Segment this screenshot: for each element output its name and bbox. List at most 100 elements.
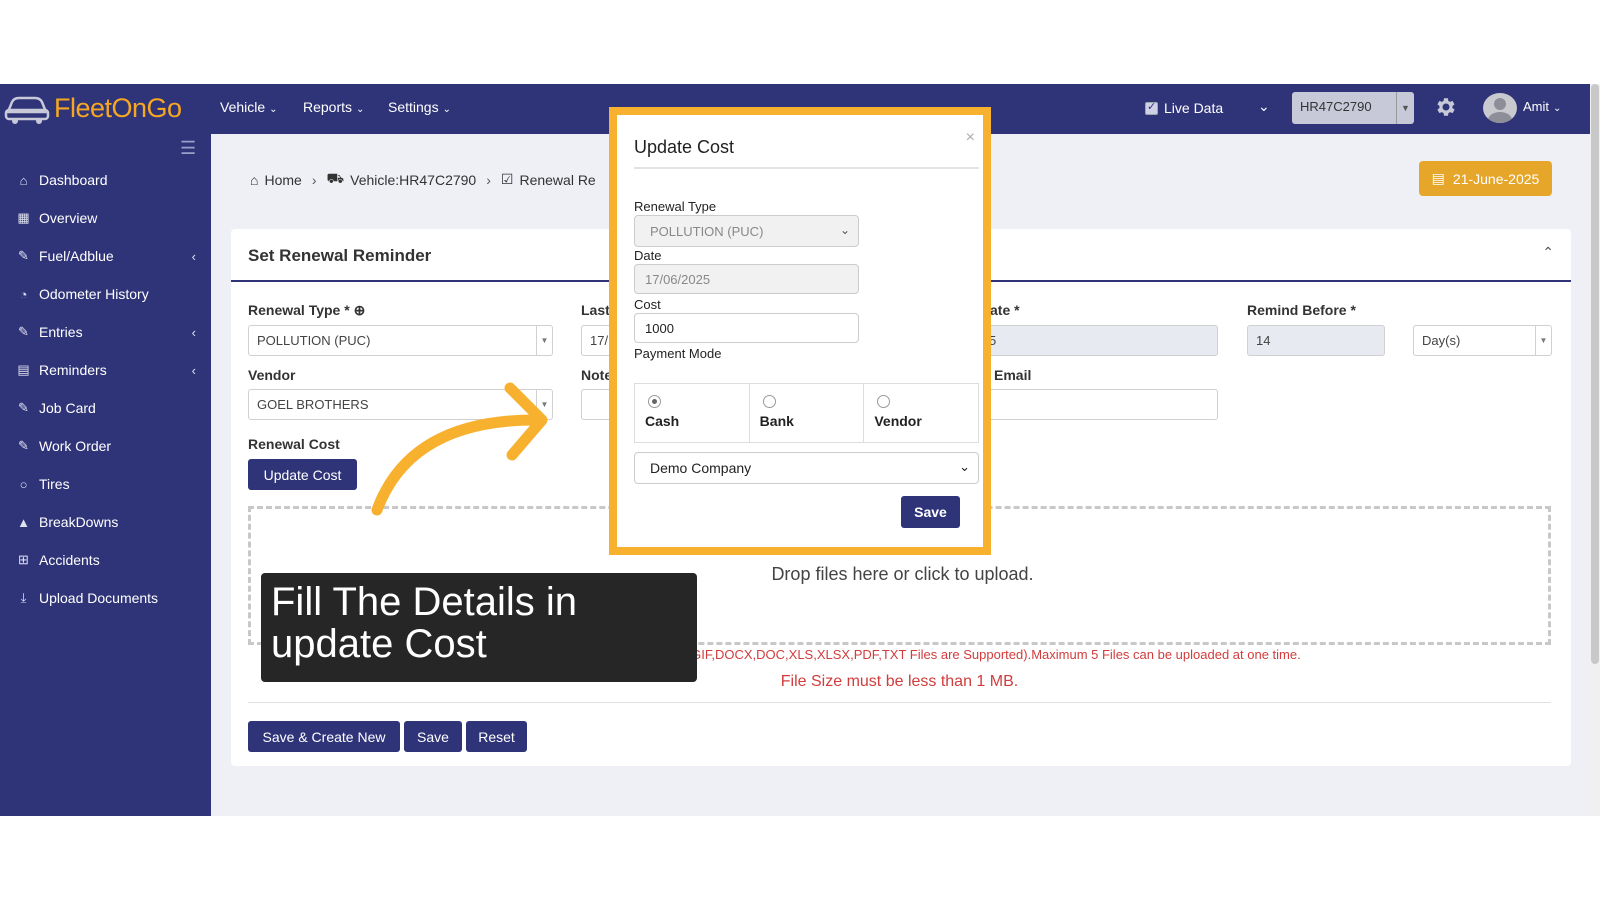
modal-payment-mode-label: Payment Mode <box>634 346 722 361</box>
chevron-down-icon: ⌄ <box>269 104 278 115</box>
chevron-down-icon: ⌄ <box>839 223 850 237</box>
calendar-icon: ▤ <box>1431 170 1445 186</box>
plus-circle-icon[interactable]: ⊕ <box>354 302 366 318</box>
sidebar-item-upload-documents[interactable]: ⤓ Upload Documents <box>16 590 196 606</box>
sidebar-item-job-card[interactable]: ✎ Job Card <box>16 400 196 416</box>
update-cost-button[interactable]: Update Cost <box>248 459 357 490</box>
sidebar-item-fuel-adblue[interactable]: ✎ Fuel/Adblue ‹ <box>16 248 196 264</box>
sidebar-item-accidents[interactable]: ⊞ Accidents <box>16 552 196 568</box>
annotation-arrow-icon <box>371 382 548 516</box>
company-select[interactable]: Demo Company ⌄ <box>634 452 979 484</box>
sidebar-item-odometer-history[interactable]: ◔ Odometer History <box>16 286 196 302</box>
plus-square-icon: ⊞ <box>18 552 29 567</box>
modal-header-divider <box>634 167 979 169</box>
email-label: Email <box>994 367 1032 383</box>
modal-cost-label: Cost <box>634 297 661 312</box>
home-icon: ⌂ <box>250 171 259 188</box>
sidebar-item-tires[interactable]: ○ Tires <box>16 476 196 492</box>
live-data-checkbox[interactable] <box>1145 100 1158 115</box>
reset-button[interactable]: Reset <box>466 721 527 752</box>
breadcrumb-home[interactable]: Home <box>264 172 301 188</box>
radio-vendor[interactable] <box>877 395 891 408</box>
vendor-label: Vendor <box>248 367 296 383</box>
dropdown-arrow-icon: ▼ <box>536 326 552 355</box>
chevron-down-icon: ⌄ <box>442 104 451 115</box>
scrollbar-thumb[interactable] <box>1591 84 1599 664</box>
edit-icon: ✎ <box>18 400 29 415</box>
next-date-input[interactable]: 5 <box>980 325 1218 356</box>
chevron-left-icon: ‹ <box>191 324 196 340</box>
sidebar-item-overview[interactable]: ▦ Overview <box>16 210 196 226</box>
sidebar-item-breakdowns[interactable]: ▲ BreakDowns <box>16 514 196 530</box>
car-logo-icon <box>4 96 50 124</box>
sidebar: ☰ ⌂ Dashboard ▦ Overview ✎ Fuel/Adblue ‹ ◔ Od… <box>0 134 211 816</box>
logo[interactable]: FleetOnGo <box>4 90 182 126</box>
hamburger-icon[interactable]: ☰ <box>180 138 196 159</box>
update-cost-modal: Update Cost × Renewal Type POLLUTION (PU… <box>609 107 991 555</box>
modal-cost-input[interactable]: 1000 <box>634 313 859 343</box>
live-data-toggle[interactable]: Live Data <box>1145 100 1223 116</box>
payment-mode-cash[interactable]: Cash <box>635 384 750 442</box>
email-input[interactable] <box>980 389 1218 420</box>
edit-icon: ✎ <box>18 324 29 339</box>
dropdown-arrow-icon: ▼ <box>1396 92 1414 124</box>
modal-save-button[interactable]: Save <box>901 496 960 528</box>
chevron-left-icon: ‹ <box>191 362 196 378</box>
modal-date-label: Date <box>634 248 662 263</box>
grid-icon: ▦ <box>17 210 30 225</box>
check-square-icon: ☑ <box>500 171 514 187</box>
modal-title: Update Cost <box>634 137 735 157</box>
vehicle-select[interactable]: HR47C2790 ▼ <box>1292 92 1414 124</box>
chevron-down-icon: ⌄ <box>356 104 365 115</box>
radio-cash[interactable] <box>648 395 661 408</box>
modal-renewal-type-select[interactable]: POLLUTION (PUC) ⌄ <box>634 215 859 247</box>
breadcrumb-vehicle[interactable]: Vehicle:HR47C2790 <box>350 172 476 188</box>
save-button[interactable]: Save <box>404 721 462 752</box>
chevron-down-icon: ⌄ <box>959 459 970 474</box>
avatar[interactable] <box>1483 93 1517 123</box>
chevron-down-icon[interactable]: ⌄ <box>1258 98 1270 115</box>
page-scrollbar[interactable] <box>1590 84 1600 816</box>
renewal-cost-label: Renewal Cost <box>248 436 340 452</box>
modal-renewal-type-label: Renewal Type <box>634 199 717 214</box>
breadcrumb-current: Renewal Re <box>519 171 596 188</box>
breadcrumb: ⌂ Home › ⛟ Vehicle:HR47C2790 › ☑ Renewal R… <box>250 170 596 188</box>
date-button[interactable]: ▤ 21-June-2025 <box>1419 161 1552 196</box>
chevron-up-icon[interactable]: ⌃ <box>1542 244 1554 261</box>
remind-before-input[interactable]: 14 <box>1247 325 1385 356</box>
close-icon[interactable]: × <box>966 129 975 147</box>
chevron-left-icon: ‹ <box>191 248 196 264</box>
renewal-type-select[interactable]: POLLUTION (PUC) ▼ <box>248 325 553 356</box>
download-icon: ⤓ <box>20 590 27 605</box>
remind-before-label: Remind Before * <box>1247 302 1356 318</box>
last-date-label: Last <box>581 302 610 318</box>
next-date-label: ate * <box>990 302 1020 318</box>
radio-bank[interactable] <box>762 395 776 408</box>
edit-icon: ✎ <box>18 438 29 453</box>
sidebar-item-reminders[interactable]: ▤ Reminders ‹ <box>16 362 196 378</box>
chevron-down-icon: ⌄ <box>1553 103 1562 114</box>
payment-mode-vendor[interactable]: Vendor <box>864 384 978 442</box>
modal-date-input[interactable]: 17/06/2025 <box>634 264 859 294</box>
circle-icon: ○ <box>19 476 28 492</box>
edit-icon: ✎ <box>18 248 29 263</box>
dropdown-arrow-icon: ▼ <box>1535 326 1551 355</box>
logo-text: FleetOnGo <box>54 92 182 123</box>
menu-vehicle[interactable]: Vehicle ⌄ <box>220 99 278 115</box>
sidebar-item-work-order[interactable]: ✎ Work Order <box>16 438 196 454</box>
user-menu[interactable]: Amit ⌄ <box>1523 99 1561 114</box>
remind-unit-select[interactable]: Day(s) ▼ <box>1413 325 1552 356</box>
save-create-new-button[interactable]: Save & Create New <box>248 721 400 752</box>
card-title: Set Renewal Reminder <box>248 246 432 265</box>
calendar-icon: ▤ <box>17 362 30 377</box>
truck-icon: ⛟ <box>326 170 345 186</box>
payment-mode-bank[interactable]: Bank <box>750 384 865 442</box>
menu-settings[interactable]: Settings ⌄ <box>388 99 451 115</box>
sidebar-item-entries[interactable]: ✎ Entries ‹ <box>16 324 196 340</box>
payment-mode-group: Cash Bank Vendor <box>634 383 979 443</box>
sidebar-item-dashboard[interactable]: ⌂ Dashboard <box>16 172 196 188</box>
gear-icon[interactable] <box>1433 95 1457 119</box>
menu-reports[interactable]: Reports ⌄ <box>303 99 364 115</box>
note-label: Note <box>581 367 613 383</box>
renewal-type-label: Renewal Type * ⊕ <box>248 302 366 318</box>
